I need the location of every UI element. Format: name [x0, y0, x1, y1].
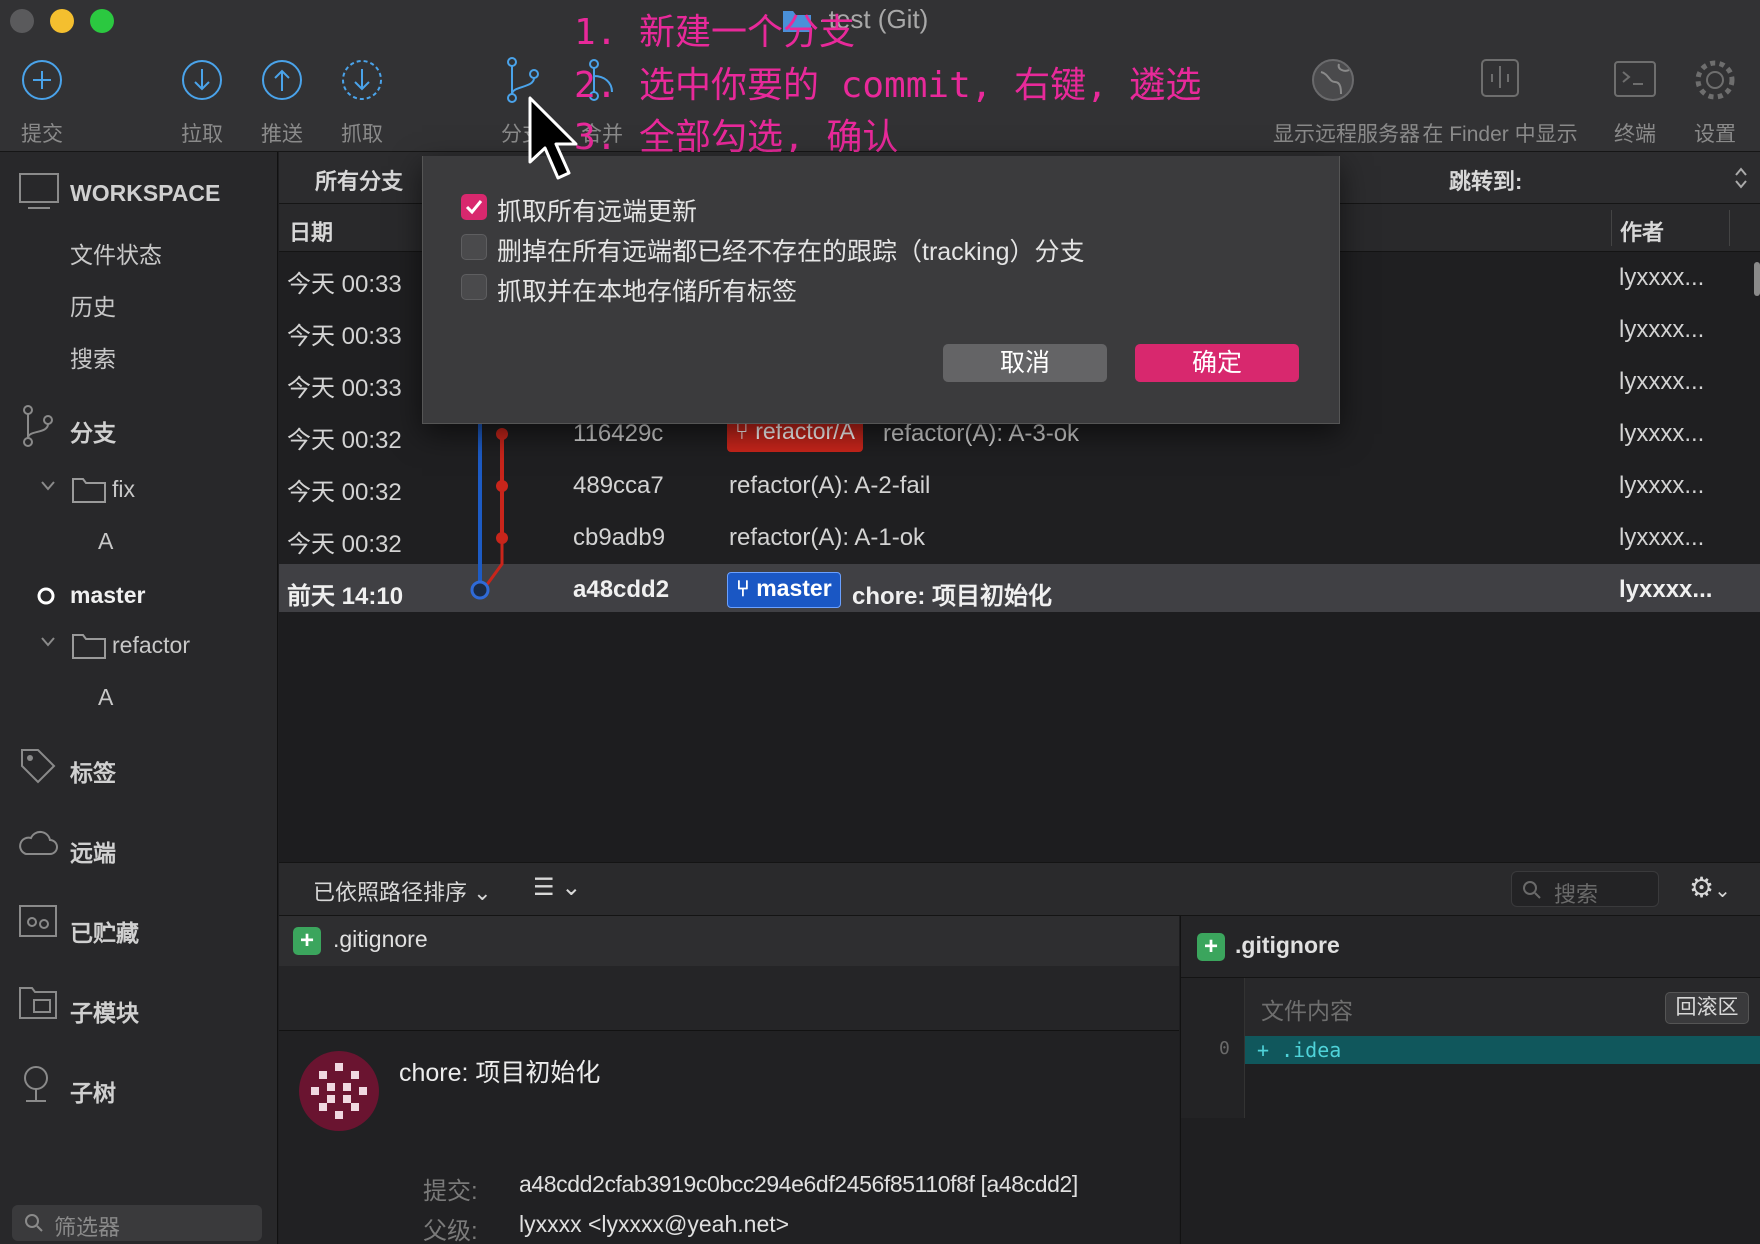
commit-message: chore: 项目初始化 [399, 1059, 601, 1087]
parent-label: 父级: [423, 1218, 478, 1244]
zoom-window-button[interactable] [90, 9, 114, 33]
fetch-icon [342, 60, 382, 100]
checkmark-icon [465, 200, 483, 215]
commit-label: 提交: [423, 1178, 478, 1205]
tags-header[interactable]: 标签 [70, 754, 116, 788]
fetch-all-remotes-label: 抓取所有远端更新 [497, 198, 698, 226]
diff-line-added: + .idea [1245, 1036, 1760, 1064]
submodule-icon [19, 987, 57, 1019]
sidebar-filter-input[interactable]: 筛选器 [12, 1205, 262, 1241]
sidebar-branch-master[interactable]: master [70, 582, 145, 609]
commit-button[interactable]: 提交 [0, 56, 92, 148]
subtrees-header[interactable]: 子树 [70, 1074, 116, 1108]
history-scrollbar[interactable] [1754, 262, 1760, 296]
line-number: 0 [1219, 1038, 1230, 1059]
chevron-down-icon[interactable] [40, 480, 56, 492]
toolbar: -test (Git) 提交 拉取 推送 抓取 分支 合并 显示远程服务器 在 … [0, 0, 1760, 158]
subtree-icon [24, 1066, 48, 1102]
show-in-finder-button[interactable]: 在 Finder 中显示 [1420, 56, 1580, 148]
workspace-icon [19, 173, 59, 209]
sidebar-branch-fix-a[interactable]: A [98, 528, 113, 555]
branches-header[interactable]: 分支 [70, 414, 116, 448]
sidebar-item-file-status[interactable]: 文件状态 [70, 236, 162, 270]
revert-hunk-button[interactable]: 回滚区 [1665, 992, 1749, 1024]
chevron-down-icon: ⌄ [473, 880, 492, 905]
settings-dropdown[interactable]: ⚙⌄ [1689, 871, 1731, 904]
minimize-window-button[interactable] [50, 9, 74, 33]
hunk-header: 文件内容 回滚区 [1245, 978, 1760, 1036]
stash-icon [19, 905, 57, 937]
filter-placeholder: 筛选器 [54, 1215, 121, 1240]
commit-hash-value[interactable]: a48cdd2cfab3919c0bcc294e6df2456f85110f8f… [519, 1171, 1078, 1198]
stashes-header[interactable]: 已贮藏 [70, 914, 139, 948]
added-file-icon: + [1197, 933, 1225, 961]
fetch-tags-label: 抓取并在本地存储所有标签 [497, 278, 798, 306]
list-view-dropdown[interactable]: ☰ ⌄ [533, 873, 581, 902]
sort-dropdown[interactable]: 已依照路径排序 ⌄ [313, 875, 492, 907]
list-icon: ☰ [533, 874, 555, 901]
sidebar-folder-fix[interactable]: fix [112, 476, 135, 503]
commit-detail: chore: 项目初始化 提交: a48cdd2cfab3919c0bcc294… [279, 1030, 1179, 1244]
history-empty-area [279, 612, 1760, 862]
folder-icon [72, 634, 106, 659]
confirm-button[interactable]: 确定 [1135, 344, 1299, 382]
fetch-all-remotes-checkbox[interactable] [461, 194, 487, 220]
workspace-header: WORKSPACE [70, 180, 221, 206]
chevron-down-icon[interactable] [40, 636, 56, 648]
avatar [299, 1051, 379, 1131]
push-icon [262, 60, 302, 100]
cloud-icon [19, 830, 58, 855]
globe-icon [1312, 59, 1354, 101]
cancel-button[interactable]: 取消 [943, 344, 1107, 382]
sidebar-item-history[interactable]: 历史 [70, 288, 116, 322]
commit-icon [22, 60, 62, 100]
branch-icon [23, 405, 53, 447]
annotation-step-2: 2. 选中你要的 commit, 右键, 遴选 [574, 65, 1202, 106]
prune-tracking-branches-label: 删掉在所有远端都已经不存在的跟踪（tracking）分支 [497, 238, 1085, 266]
finder-icon [1481, 59, 1519, 97]
show-remote-button[interactable]: 显示远程服务器 [1273, 56, 1420, 148]
branch-filter-select[interactable]: 所有分支 [315, 164, 403, 196]
gear-icon: ⚙ [1689, 872, 1715, 903]
files-toolbar: 已依照路径排序 ⌄ ☰ ⌄ 搜索 ⚙⌄ [279, 862, 1760, 916]
jump-to-label[interactable]: 跳转到: [1449, 164, 1522, 196]
commit-graph [470, 424, 508, 600]
parent-value[interactable]: lyxxxx <lyxxxx@yeah.net> [519, 1211, 789, 1238]
branch-label-master[interactable]: ⑂ master [727, 572, 841, 608]
settings-button[interactable]: 设置 [1665, 56, 1760, 148]
current-branch-indicator-icon [37, 587, 55, 605]
prune-tracking-branches-checkbox[interactable] [461, 234, 487, 260]
folder-icon [72, 478, 106, 503]
sidebar-folder-refactor[interactable]: refactor [112, 632, 190, 659]
fetch-button[interactable]: 抓取 [312, 56, 412, 148]
sidebar-branch-refactor-a[interactable]: A [98, 684, 113, 711]
search-icon [1523, 881, 1541, 899]
remotes-header[interactable]: 远端 [70, 834, 116, 868]
terminal-icon [1614, 61, 1656, 97]
branch-icon: ⑂ [736, 575, 757, 601]
column-date[interactable]: 日期 [289, 215, 333, 247]
chevron-down-icon: ⌄ [561, 874, 582, 901]
stepper-icon[interactable] [1734, 166, 1748, 190]
diff-pane: + .gitignore 文件内容 回滚区 + .idea 0 [1180, 916, 1760, 1244]
tag-icon [21, 749, 56, 784]
fetch-dialog: 抓取所有远端更新 删掉在所有远端都已经不存在的跟踪（tracking）分支 抓取… [422, 156, 1340, 424]
diff-file-header: + .gitignore [1181, 916, 1760, 978]
annotation-step-1: 1. 新建一个分支 [574, 12, 856, 53]
column-author[interactable]: 作者 [1620, 215, 1664, 247]
pull-icon [182, 60, 222, 100]
file-list-item[interactable]: + .gitignore [279, 916, 1179, 966]
gear-icon [1695, 60, 1735, 100]
close-window-button[interactable] [10, 9, 34, 33]
chevron-down-icon: ⌄ [1714, 880, 1731, 902]
files-search-input[interactable]: 搜索 [1511, 871, 1659, 907]
sidebar-item-search[interactable]: 搜索 [70, 340, 116, 374]
search-icon [25, 1214, 43, 1232]
line-number-gutter [1181, 978, 1245, 1118]
mouse-cursor-icon [528, 96, 578, 180]
submodules-header[interactable]: 子模块 [70, 994, 139, 1028]
added-file-icon: + [293, 927, 321, 955]
fetch-tags-checkbox[interactable] [461, 274, 487, 300]
